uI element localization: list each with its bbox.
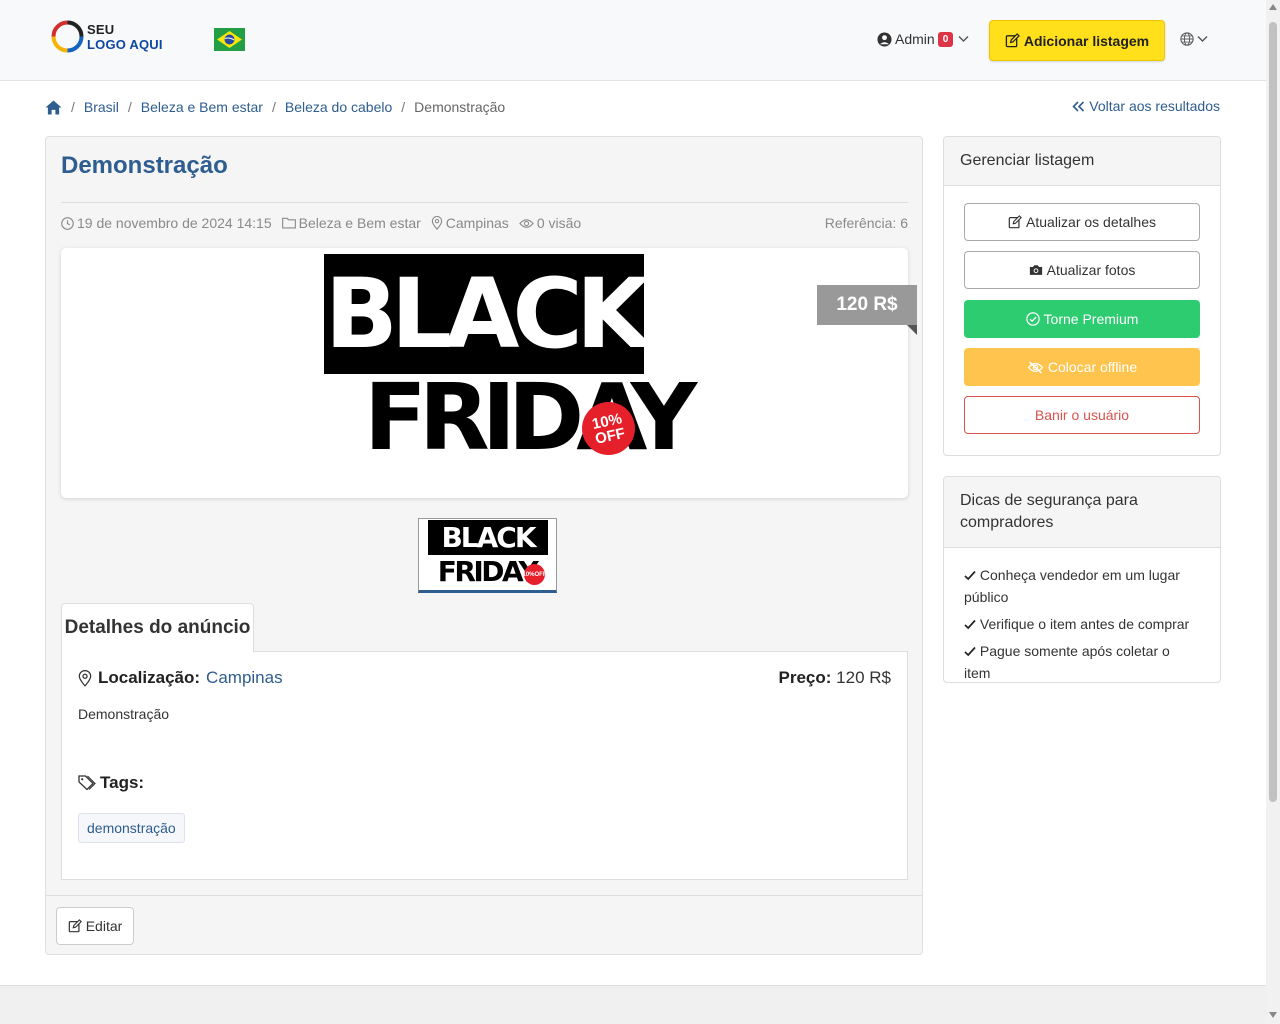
tab-details[interactable]: Detalhes do anúncio — [61, 603, 254, 652]
update-details-button[interactable]: Atualizar os detalhes — [964, 203, 1200, 241]
edit-button[interactable]: Editar — [56, 907, 134, 945]
language-menu[interactable] — [1180, 32, 1208, 46]
vertical-scrollbar[interactable] — [1266, 0, 1280, 1024]
update-photos-button[interactable]: Atualizar fotos — [964, 251, 1200, 289]
add-listing-label: Adicionar listagem — [1023, 32, 1150, 49]
image-thumbnail[interactable]: BLACK FRIDAY 10% OFF — [418, 518, 557, 593]
location-value[interactable]: Campinas — [206, 668, 283, 688]
check-icon — [964, 570, 976, 581]
manage-listing-title: Gerenciar listagem — [944, 137, 1220, 186]
scrollbar-thumb[interactable] — [1269, 22, 1277, 802]
edit-icon — [1008, 215, 1022, 229]
manage-listing-card: Gerenciar listagem Atualizar os detalhes… — [943, 136, 1221, 456]
home-icon[interactable] — [45, 99, 62, 115]
price-ribbon: 120 R$ — [817, 285, 917, 325]
thumbnail-top-text: BLACK — [428, 520, 548, 555]
scroll-down-arrow-icon[interactable] — [1269, 1012, 1277, 1018]
add-listing-button[interactable]: Adicionar listagem — [989, 20, 1165, 61]
safety-tips-list: Conheça vendedor em um lugar público Ver… — [944, 548, 1220, 705]
chevron-down-icon — [1197, 35, 1208, 43]
check-circle-icon — [1025, 312, 1040, 326]
tags-row: Tags: — [78, 773, 144, 793]
listing-meta: 19 de novembro de 2024 14:15 Beleza e Be… — [61, 215, 908, 231]
location-row: Localização: Campinas — [78, 668, 283, 688]
ribbon-fold — [907, 325, 917, 335]
price-value: 120 R$ — [836, 668, 891, 687]
listing-main-image[interactable]: BLACK FRIDAY 10% OFF 120 R$ — [61, 248, 917, 498]
edit-label: Editar — [85, 918, 123, 934]
eye-slash-icon — [1027, 360, 1044, 374]
scroll-up-arrow-icon[interactable] — [1269, 4, 1277, 10]
listing-description: Demonstração — [78, 706, 170, 722]
tags-label: Tags: — [100, 773, 145, 792]
clock-icon — [61, 216, 74, 230]
back-to-results-label: Voltar aos resultados — [1089, 98, 1220, 114]
price-label: Preço: — [778, 668, 832, 687]
thumbnail-discount-badge: 10% OFF — [523, 564, 547, 585]
chevron-down-icon — [958, 35, 969, 43]
logo-ring-icon — [50, 19, 85, 54]
globe-icon — [1180, 32, 1194, 46]
black-friday-top-text: BLACK — [324, 254, 650, 374]
safety-tip: Verifique o item antes de comprar — [964, 613, 1200, 635]
site-logo[interactable]: SEU LOGO AQUI — [50, 19, 163, 54]
notification-badge: 0 — [937, 31, 954, 47]
listing-city[interactable]: Campinas — [446, 215, 509, 231]
safety-tips-title: Dicas de segurança para compradores — [944, 477, 1220, 548]
check-icon — [964, 646, 976, 657]
make-premium-button[interactable]: Torne Premium — [964, 300, 1200, 338]
admin-label: Admin — [895, 31, 935, 47]
black-friday-bottom-text: FRIDAY — [364, 364, 697, 471]
tag-demonstracao[interactable]: demonstração — [78, 813, 185, 843]
safety-tip: Pague somente após coletar o item — [964, 643, 1170, 681]
card-footer — [46, 895, 922, 896]
check-icon — [964, 619, 976, 630]
breadcrumb-beleza-bem-estar[interactable]: Beleza e Bem estar — [141, 99, 263, 115]
map-pin-icon — [78, 669, 92, 687]
back-to-results-link[interactable]: Voltar aos resultados — [1072, 98, 1220, 114]
safety-tips-card: Dicas de segurança para compradores Conh… — [943, 476, 1221, 683]
breadcrumb-beleza-cabelo[interactable]: Beleza do cabelo — [285, 99, 392, 115]
logo-text: LOGO AQUI — [87, 36, 163, 52]
breadcrumb-brasil[interactable]: Brasil — [84, 99, 119, 115]
breadcrumb: / Brasil / Beleza e Bem estar / Beleza d… — [45, 99, 505, 115]
edit-icon — [1005, 33, 1020, 48]
location-label: Localização: — [98, 668, 201, 687]
brazil-flag-icon[interactable] — [214, 28, 245, 51]
listing-title: Demonstração — [61, 152, 228, 179]
listing-date: 19 de novembro de 2024 14:15 — [77, 215, 272, 231]
folder-icon — [281, 217, 296, 229]
listing-category[interactable]: Beleza e Bem estar — [299, 215, 421, 231]
tags-icon — [78, 775, 96, 791]
eye-icon — [519, 218, 534, 229]
divider — [61, 202, 908, 203]
safety-tip: Conheça vendedor em um lugar público — [964, 567, 1180, 605]
listing-views: 0 visão — [536, 215, 582, 231]
camera-icon — [1029, 264, 1043, 276]
user-circle-icon — [877, 31, 892, 47]
logo-seu: SEU — [87, 21, 115, 37]
listing-reference: Referência: 6 — [824, 215, 908, 231]
breadcrumb-current: Demonstração — [414, 99, 506, 115]
details-panel: Localização: Campinas Preço: 120 R$ Demo… — [61, 651, 908, 880]
double-chevron-left-icon — [1072, 100, 1085, 112]
price-row: Preço: 120 R$ — [779, 668, 891, 688]
admin-menu[interactable]: Admin 0 — [877, 31, 969, 47]
page-footer — [0, 985, 1266, 1024]
put-offline-button[interactable]: Colocar offline — [964, 348, 1200, 386]
listing-card: Demonstração 19 de novembro de 2024 14:1… — [45, 136, 923, 955]
map-pin-icon — [431, 216, 443, 230]
site-header: SEU LOGO AQUI Admin 0 Adicionar listagem — [0, 0, 1266, 81]
edit-icon — [68, 919, 82, 933]
ban-user-button[interactable]: Banir o usuário — [964, 396, 1200, 434]
